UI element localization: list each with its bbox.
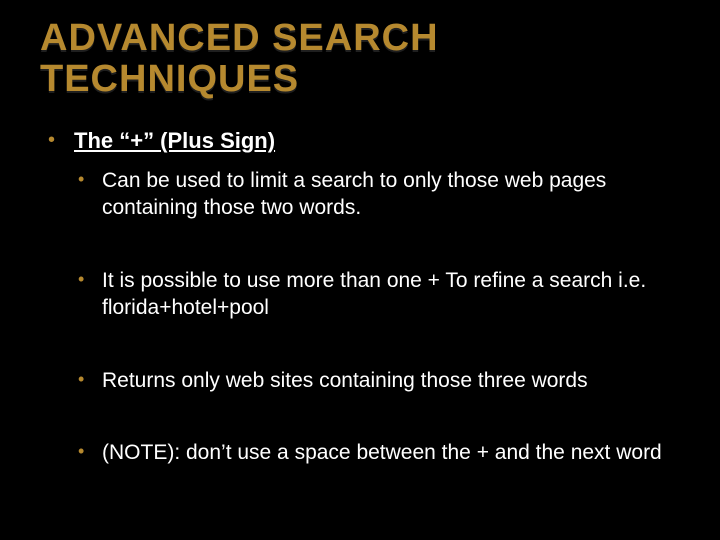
slide: ADVANCED SEARCH TECHNIQUES The “+” (Plus… [0,0,720,540]
bullet-l1-text: The “+” (Plus Sign) [74,128,275,153]
list-item: It is possible to use more than one + To… [74,268,680,322]
bullet-list-level1: The “+” (Plus Sign) Can be used to limit… [40,128,680,467]
list-item: Returns only web sites containing those … [74,368,680,395]
bullet-list-level2: Can be used to limit a search to only th… [74,168,680,467]
list-item: The “+” (Plus Sign) Can be used to limit… [40,128,680,467]
slide-title: ADVANCED SEARCH TECHNIQUES [40,18,680,100]
list-item: (NOTE): don’t use a space between the + … [74,440,680,467]
list-item: Can be used to limit a search to only th… [74,168,680,222]
